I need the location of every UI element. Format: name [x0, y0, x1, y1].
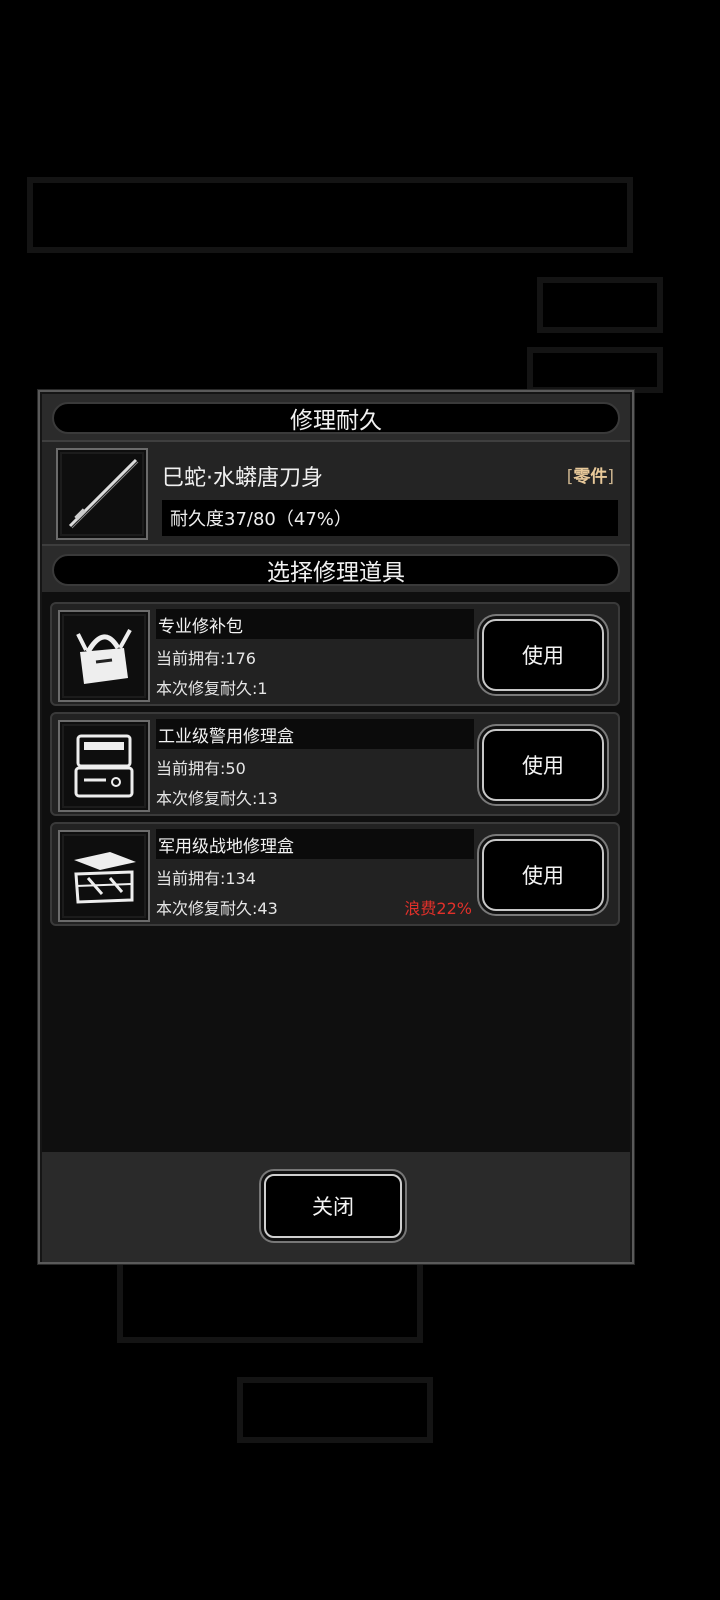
- durability-text: 耐久度37/80（47%）: [170, 509, 352, 530]
- tool-owned-count: 当前拥有:134: [156, 869, 256, 888]
- tool-card: 工业级警用修理盒 当前拥有:50 本次修复耐久:13 使用: [50, 712, 620, 816]
- tool-name: 工业级警用修理盒: [156, 719, 474, 749]
- dialog-title: 修理耐久: [52, 402, 620, 434]
- item-type-tag: [零件]: [567, 462, 614, 487]
- tool-owned-count: 当前拥有:50: [156, 759, 246, 778]
- use-button[interactable]: 使用: [482, 619, 604, 691]
- tools-section-title: 选择修理道具: [52, 554, 620, 586]
- tool-repair-amount: 本次修复耐久:13: [156, 789, 278, 808]
- item-tag-close: ]: [607, 467, 614, 487]
- repair-kit-bag-icon: [58, 610, 150, 702]
- repair-dialog: 修理耐久 巳蛇·水蟒唐刀身 [零件] 耐久度37/80（47%） 选择修理道具: [37, 389, 635, 1265]
- tool-repair-amount: 本次修复耐久:1: [156, 679, 268, 698]
- tool-card: 专业修补包 当前拥有:176 本次修复耐久:1 使用: [50, 602, 620, 706]
- durability-readout: 耐久度37/80（47%）: [162, 500, 618, 536]
- tools-section-header: 选择修理道具: [42, 546, 630, 594]
- dialog-footer: 关闭: [42, 1152, 630, 1262]
- item-tag-label: 零件: [573, 467, 608, 487]
- tool-repair-amount: 本次修复耐久:43: [156, 899, 278, 918]
- repair-case-icon: [58, 720, 150, 812]
- katana-blade-icon: [56, 448, 148, 540]
- use-button[interactable]: 使用: [482, 839, 604, 911]
- tool-name: 军用级战地修理盒: [156, 829, 474, 859]
- use-button[interactable]: 使用: [482, 729, 604, 801]
- waste-warning: 浪费22%: [404, 899, 472, 918]
- dialog-header: 修理耐久: [42, 394, 630, 442]
- close-button[interactable]: 关闭: [264, 1174, 402, 1238]
- tool-name: 专业修补包: [156, 609, 474, 639]
- toolbox-icon: [58, 830, 150, 922]
- tool-owned-count: 当前拥有:176: [156, 649, 256, 668]
- item-name: 巳蛇·水蟒唐刀身: [162, 466, 323, 491]
- selected-item-row: 巳蛇·水蟒唐刀身 [零件] 耐久度37/80（47%）: [42, 442, 630, 546]
- tool-list: 专业修补包 当前拥有:176 本次修复耐久:1 使用 工业级警用修理盒 当前拥有…: [42, 592, 630, 1152]
- tool-card: 军用级战地修理盒 当前拥有:134 本次修复耐久:43 浪费22% 使用: [50, 822, 620, 926]
